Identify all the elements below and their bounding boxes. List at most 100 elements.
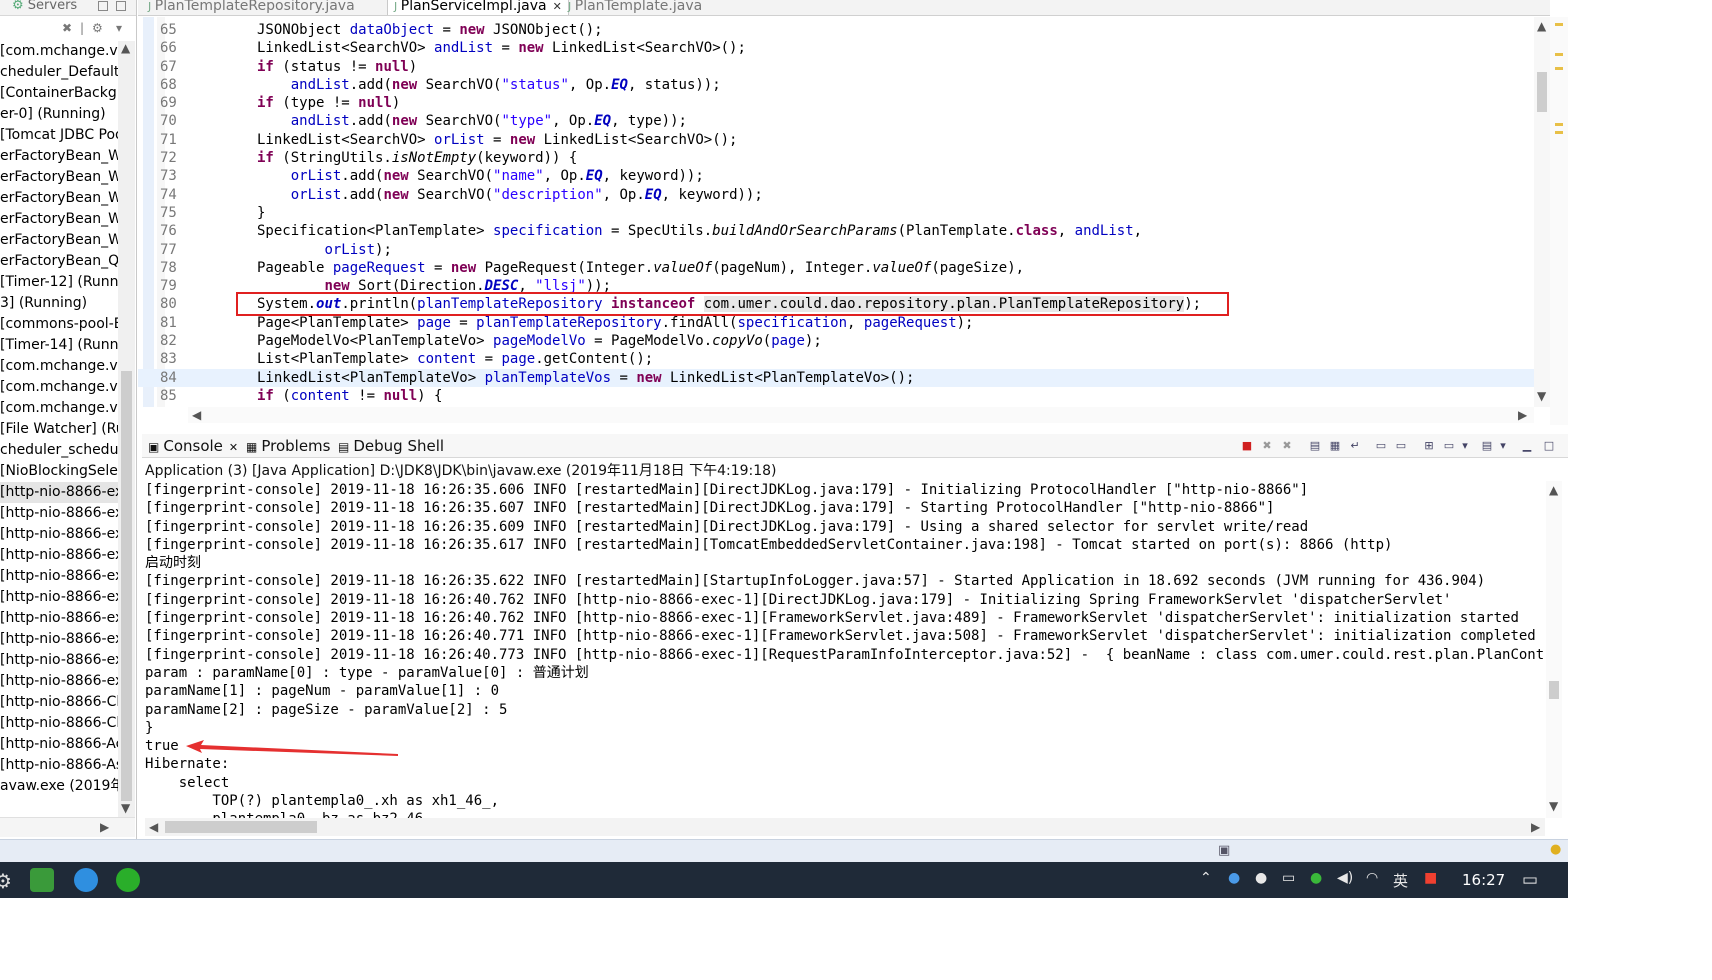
- scroll-lock-icon[interactable]: ▦: [1328, 439, 1342, 453]
- terminate-icon[interactable]: ■: [1240, 439, 1254, 453]
- warning-marker[interactable]: [1555, 131, 1563, 134]
- servers-tab[interactable]: ⚙ Servers: [12, 0, 77, 13]
- thread-item[interactable]: [http-nio-8866-ex: [0, 545, 118, 566]
- thread-item[interactable]: [http-nio-8866-ex: [0, 629, 118, 650]
- pin-console-icon[interactable]: ⊞: [1422, 439, 1436, 453]
- console-horizontal-scrollbar[interactable]: ◀ ▶: [145, 818, 1545, 836]
- thread-item[interactable]: [commons-pool-E: [0, 314, 118, 335]
- thread-item[interactable]: cheduler_DefaultC: [0, 62, 118, 83]
- console-output[interactable]: [fingerprint-console] 2019-11-18 16:26:3…: [145, 481, 1545, 818]
- minimize-icon[interactable]: [98, 1, 108, 11]
- tip-lightbulb-icon[interactable]: ●: [1550, 842, 1561, 857]
- scroll-down-icon[interactable]: ▼: [1549, 799, 1558, 813]
- volume-icon[interactable]: ◀): [1337, 870, 1353, 886]
- warning-marker[interactable]: [1555, 67, 1563, 70]
- thread-item[interactable]: erFactoryBean_Qu: [0, 251, 118, 272]
- thread-item[interactable]: [http-nio-8866-As: [0, 755, 118, 776]
- thread-item[interactable]: er-0] (Running): [0, 104, 118, 125]
- thread-item[interactable]: [http-nio-8866-Cl: [0, 713, 118, 734]
- thread-item[interactable]: erFactoryBean_Wo: [0, 209, 118, 230]
- editor-vertical-scrollbar[interactable]: ▲ ▼: [1534, 17, 1550, 407]
- scroll-left-icon[interactable]: ◀: [149, 820, 158, 834]
- tab-plantemplate[interactable]: J PlanTemplate.java: [568, 0, 702, 14]
- thread-item[interactable]: [File Watcher] (Ru: [0, 419, 118, 440]
- tab-planserviceimpl[interactable]: J PlanServiceImpl.java ✕: [387, 0, 569, 15]
- thread-item[interactable]: [Tomcat JDBC Poo: [0, 125, 118, 146]
- scroll-down-icon[interactable]: ▼: [121, 801, 130, 815]
- chevron-up-icon[interactable]: ⌃: [1200, 870, 1212, 886]
- show-on-error-icon[interactable]: ▭: [1394, 439, 1408, 453]
- maximize-icon[interactable]: □: [1542, 439, 1556, 453]
- scroll-up-icon[interactable]: ▲: [1537, 19, 1546, 33]
- scroll-right-icon[interactable]: ▶: [1531, 820, 1540, 834]
- scroll-left-icon[interactable]: ◀: [192, 408, 201, 422]
- console-vertical-scrollbar[interactable]: ▲ ▼: [1546, 481, 1562, 818]
- show-on-output-icon[interactable]: ▭: [1374, 439, 1388, 453]
- thread-item[interactable]: [http-nio-8866-ex: [0, 503, 118, 524]
- thread-item[interactable]: erFactoryBean_Wo: [0, 230, 118, 251]
- tray-app-icon[interactable]: ●: [1228, 870, 1240, 886]
- debug-settings-icon[interactable]: ⚙: [92, 21, 103, 35]
- thread-item[interactable]: [http-nio-8866-ex: [0, 650, 118, 671]
- battery-icon[interactable]: ▭: [1282, 870, 1295, 886]
- wechat-tray-icon[interactable]: ●: [1310, 870, 1322, 886]
- thread-item[interactable]: erFactoryBean_Wo: [0, 167, 118, 188]
- overview-ruler[interactable]: [1550, 17, 1568, 425]
- editor-horizontal-scrollbar[interactable]: ◀ ▶: [188, 407, 1534, 423]
- remove-all-terminated-icon[interactable]: ✖: [1280, 439, 1294, 453]
- scrollbar-thumb[interactable]: [121, 371, 132, 801]
- thread-item[interactable]: [http-nio-8866-ex: [0, 524, 118, 545]
- warning-marker[interactable]: [1555, 53, 1563, 56]
- tab-problems[interactable]: ▦ Problems: [246, 437, 330, 455]
- maximize-icon[interactable]: [116, 1, 126, 11]
- display-console-icon[interactable]: ▭: [1442, 439, 1456, 453]
- taskbar-clock[interactable]: 16:27: [1462, 871, 1505, 889]
- minimize-icon[interactable]: ▁: [1520, 439, 1534, 453]
- notification-icon[interactable]: ▭: [1522, 870, 1538, 890]
- warning-marker[interactable]: [1555, 23, 1563, 26]
- thread-item[interactable]: [http-nio-8866-ex: [0, 608, 118, 629]
- wechat-app-icon[interactable]: [116, 868, 140, 892]
- word-wrap-icon[interactable]: ↵: [1348, 439, 1362, 453]
- open-console-icon[interactable]: ▤: [1480, 439, 1494, 453]
- thread-item[interactable]: [Timer-14] (Runni: [0, 335, 118, 356]
- thread-item[interactable]: [com.mchange.v2: [0, 356, 118, 377]
- code-editor[interactable]: 65 JSONObject dataObject = new JSONObject…: [138, 17, 1550, 425]
- tab-plantemplaterepository[interactable]: J PlanTemplateRepository.java: [148, 0, 355, 14]
- scrollbar-thumb[interactable]: [165, 821, 317, 833]
- thread-item[interactable]: [com.mchange.v2: [0, 398, 118, 419]
- tab-debug-shell[interactable]: ▤ Debug Shell: [338, 437, 444, 455]
- warning-marker[interactable]: [1555, 123, 1563, 126]
- threads-horizontal-scrollbar[interactable]: ▶: [0, 817, 135, 837]
- scroll-down-icon[interactable]: ▼: [1537, 389, 1546, 403]
- thread-list[interactable]: [com.mchange.v2 cheduler_DefaultC [Contain…: [0, 41, 118, 816]
- scroll-right-icon[interactable]: ▶: [100, 820, 109, 834]
- dropdown-icon[interactable]: ▾: [1496, 439, 1510, 453]
- scroll-up-icon[interactable]: ▲: [1549, 483, 1558, 497]
- tab-console[interactable]: ▣ Console ✕: [148, 437, 238, 455]
- thread-item[interactable]: [http-nio-8866-Ac: [0, 734, 118, 755]
- notepad-app-icon[interactable]: [30, 868, 54, 892]
- close-tab-icon[interactable]: ✕: [553, 0, 562, 13]
- close-tab-icon[interactable]: ✕: [229, 441, 238, 454]
- ime-indicator[interactable]: 英: [1393, 870, 1408, 891]
- eclipse-app-icon[interactable]: ⚙: [0, 869, 12, 893]
- scrollbar-thumb[interactable]: [1537, 72, 1547, 112]
- thread-item[interactable]: [http-nio-8866-ex: [0, 671, 118, 692]
- scroll-right-icon[interactable]: ▶: [1518, 408, 1527, 422]
- qq-icon[interactable]: ●: [1255, 870, 1267, 886]
- thread-item[interactable]: [ContainerBackgr: [0, 83, 118, 104]
- view-menu-icon[interactable]: ▾: [116, 21, 122, 35]
- thread-item[interactable]: [http-nio-8866-Cl: [0, 692, 118, 713]
- scroll-up-icon[interactable]: ▲: [121, 41, 130, 55]
- thread-item[interactable]: cheduler_schedule: [0, 440, 118, 461]
- wifi-icon[interactable]: ◠: [1366, 870, 1378, 886]
- code-area[interactable]: 65 JSONObject dataObject = new JSONObject…: [138, 21, 1534, 405]
- thread-item[interactable]: [Timer-12] (Runni: [0, 272, 118, 293]
- thread-item[interactable]: [com.mchange.v2: [0, 377, 118, 398]
- thread-item[interactable]: [http-nio-8866-ex: [0, 482, 118, 503]
- scrollbar-thumb[interactable]: [1549, 681, 1559, 699]
- thread-item[interactable]: [http-nio-8866-ex: [0, 587, 118, 608]
- clear-console-icon[interactable]: ▤: [1308, 439, 1322, 453]
- thread-item[interactable]: [com.mchange.v2: [0, 41, 118, 62]
